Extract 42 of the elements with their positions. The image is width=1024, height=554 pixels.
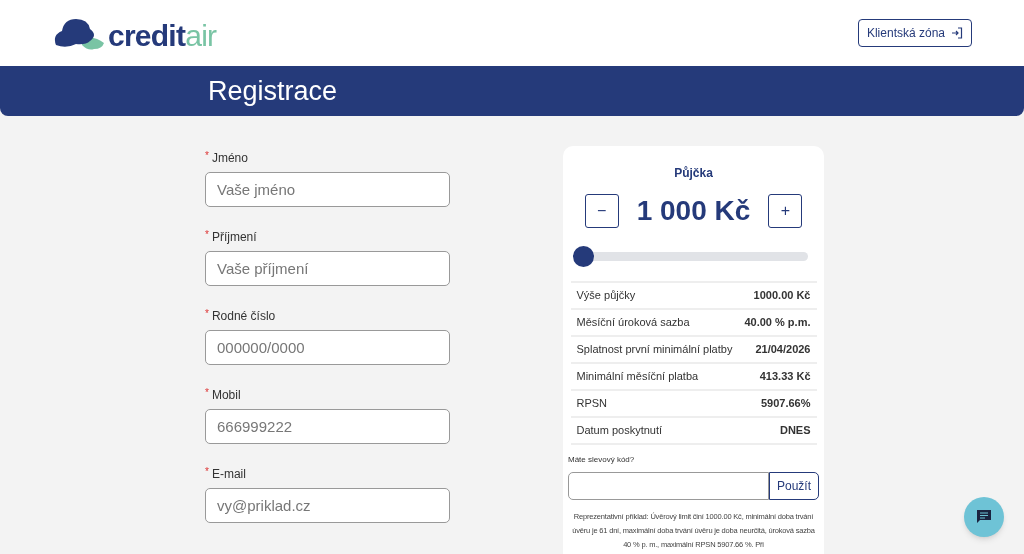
discount-code-field[interactable]: [568, 472, 769, 500]
loan-amount: 1 000 Kč: [636, 194, 751, 228]
required-mark: *: [205, 467, 209, 477]
detail-label: RPSN: [576, 396, 608, 412]
discount-label: Máte slevový kód?: [568, 454, 635, 466]
input-field[interactable]: Vaše příjmení: [205, 251, 450, 286]
input-field[interactable]: 000000/0000: [205, 330, 450, 365]
detail-value: 21/04/2026: [755, 342, 811, 358]
field-label: Příjmení: [211, 230, 257, 244]
field-label: Jméno: [211, 151, 248, 165]
input-field[interactable]: 666999222: [205, 409, 450, 444]
detail-value: 40.00 % p.m.: [744, 315, 811, 331]
detail-value: 5907.66%: [760, 396, 811, 412]
detail-label: Minimální měsíční platba: [576, 369, 699, 385]
client-zone-button[interactable]: Klientská zóna: [857, 19, 972, 47]
slider-thumb[interactable]: [573, 246, 594, 267]
detail-value: 1000.00 Kč: [753, 288, 811, 304]
card-title: Půjčka: [674, 165, 713, 182]
page-title: Registrace: [208, 74, 338, 108]
detail-label: Splatnost první minimální platby: [576, 342, 733, 358]
apply-button[interactable]: Použít: [769, 472, 819, 500]
input-field[interactable]: vy@priklad.cz: [205, 488, 450, 523]
detail-value: 413.33 Kč: [759, 369, 811, 385]
detail-label: Měsíční úroková sazba: [576, 315, 690, 331]
detail-label: Výše půjčky: [576, 288, 636, 304]
login-icon: [951, 27, 963, 39]
detail-label: Datum poskytnutí: [576, 423, 663, 439]
chat-icon: [976, 509, 992, 525]
decrease-button[interactable]: −: [584, 194, 619, 228]
loan-slider[interactable]: [573, 246, 808, 267]
field-label: Mobil: [211, 388, 241, 402]
required-mark: *: [205, 151, 209, 161]
logo-text: creditair: [108, 21, 217, 51]
field-label: Rodné číslo: [211, 309, 276, 323]
field-label: E-mail: [211, 467, 246, 481]
required-mark: *: [205, 230, 209, 240]
required-mark: *: [205, 309, 209, 319]
chat-button[interactable]: [964, 497, 1004, 537]
detail-value: DNES: [779, 423, 811, 439]
required-mark: *: [205, 388, 209, 398]
increase-button[interactable]: +: [768, 194, 803, 228]
input-field[interactable]: Vaše jméno: [205, 172, 450, 207]
